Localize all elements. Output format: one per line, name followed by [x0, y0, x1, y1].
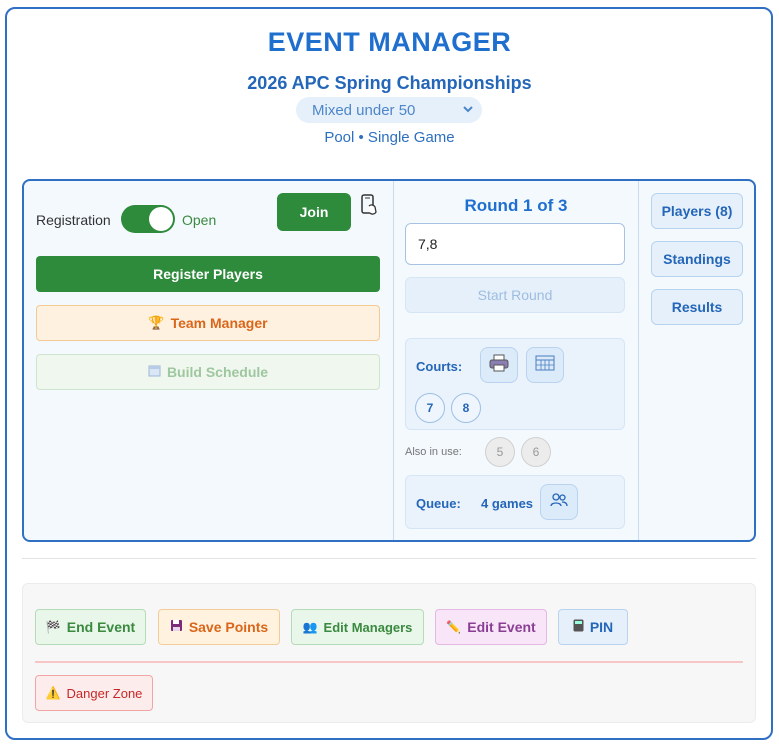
people-icon: 👥 [302, 620, 318, 634]
court-grid-button[interactable] [526, 347, 564, 383]
team-manager-label: Team Manager [170, 315, 268, 331]
section-divider [22, 558, 756, 559]
page-title: EVENT MANAGER [267, 27, 512, 57]
court-chip-6: 6 [521, 437, 551, 467]
build-schedule-label: Build Schedule [166, 364, 269, 380]
courts-input[interactable]: 7,8 [405, 223, 625, 265]
pin-label: PIN [589, 619, 614, 635]
results-button[interactable]: Results [651, 289, 743, 325]
edit-managers-button[interactable]: 👥 Edit Managers [291, 609, 424, 645]
save-points-label: Save Points [188, 619, 269, 635]
save-points-button[interactable]: Save Points [158, 609, 280, 645]
event-name: 2026 APC Spring Championships [247, 73, 532, 93]
grid-icon [535, 355, 555, 376]
chevron-down-icon [462, 101, 474, 120]
team-manager-button[interactable]: 🏆 Team Manager [36, 305, 380, 341]
build-schedule-button[interactable]: Build Schedule [36, 354, 380, 390]
registration-status: Open [182, 212, 217, 228]
danger-divider [35, 661, 743, 663]
registration-toggle[interactable] [121, 205, 175, 233]
end-event-label: End Event [66, 619, 136, 635]
courts-box: Courts: 7 8 [405, 338, 625, 430]
phone-icon[interactable] [360, 194, 378, 216]
admin-actions: 🏁 End Event Save Points 👥 Edit Managers … [22, 583, 756, 723]
checkered-flag-icon: 🏁 [45, 620, 61, 634]
queue-label: Queue: [416, 496, 461, 511]
floppy-disk-icon [170, 619, 183, 635]
people-icon [550, 492, 568, 513]
calendar-icon [148, 364, 161, 380]
end-event-button[interactable]: 🏁 End Event [35, 609, 146, 645]
start-round-button[interactable]: Start Round [405, 277, 625, 313]
register-players-button[interactable]: Register Players [36, 256, 380, 292]
column-divider [638, 181, 639, 540]
edit-managers-label: Edit Managers [323, 619, 413, 635]
court-chip-8[interactable]: 8 [451, 393, 481, 423]
courts-label: Courts: [416, 359, 463, 374]
control-panel: Registration Open Join Register Players … [22, 179, 756, 542]
queue-people-button[interactable] [540, 484, 578, 520]
trophy-icon: 🏆 [148, 315, 165, 330]
printer-icon [489, 354, 509, 377]
toggle-knob [149, 207, 173, 231]
pin-button[interactable]: PIN [558, 609, 628, 645]
courts-input-value: 7,8 [418, 236, 438, 252]
registration-label: Registration [36, 212, 111, 228]
division-select[interactable]: Mixed under 50 [296, 97, 482, 123]
edit-event-label: Edit Event [467, 619, 536, 635]
print-button[interactable] [480, 347, 518, 383]
join-button[interactable]: Join [277, 193, 351, 231]
warning-icon: ⚠️ [45, 686, 61, 700]
division-select-value: Mixed under 50 [312, 101, 416, 119]
also-in-use-label: Also in use: [405, 446, 462, 458]
edit-event-button[interactable]: ✏️ Edit Event [435, 609, 547, 645]
queue-count: 4 games [481, 496, 534, 511]
court-chip-5: 5 [485, 437, 515, 467]
pencil-icon: ✏️ [446, 620, 462, 634]
danger-zone-label: Danger Zone [66, 685, 143, 701]
players-button[interactable]: Players (8) [651, 193, 743, 229]
court-chip-7[interactable]: 7 [415, 393, 445, 423]
round-title: Round 1 of 3 [464, 196, 568, 215]
queue-box: Queue: 4 games [405, 475, 625, 529]
event-format: Pool • Single Game [324, 129, 455, 146]
danger-zone-button[interactable]: ⚠️ Danger Zone [35, 675, 153, 711]
standings-button[interactable]: Standings [651, 241, 743, 277]
keypad-icon [573, 619, 584, 635]
column-divider [393, 181, 394, 540]
